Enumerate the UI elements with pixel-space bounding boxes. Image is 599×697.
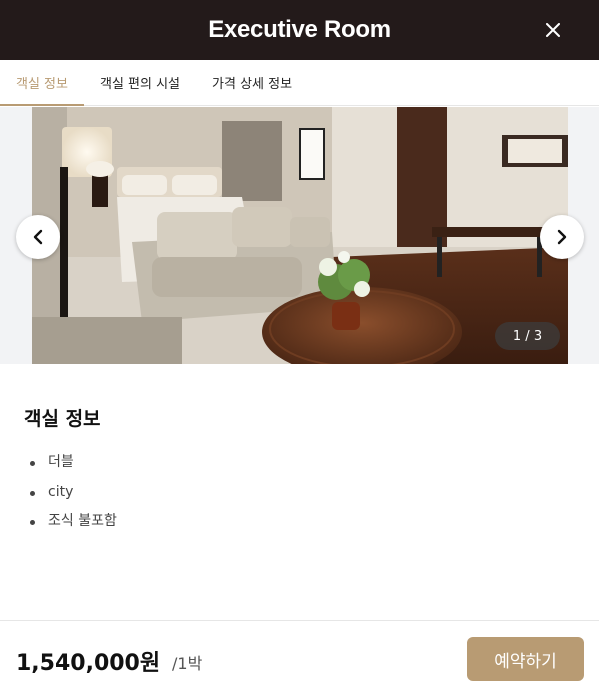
close-icon [546,23,560,37]
list-item: 더블 [24,448,117,478]
photo-counter: 1 / 3 [495,322,560,350]
section-title: 객실 정보 [24,408,101,430]
next-photo-button[interactable] [540,215,584,259]
chevron-right-icon [557,229,567,245]
room-photo [32,107,568,364]
prev-photo-button[interactable] [16,215,60,259]
per-night-label: /1박 [172,654,203,673]
price: 1,540,000원 [16,651,161,676]
list-item: city [24,478,117,508]
room-info-list: 더블 city 조식 불포함 [24,448,117,537]
chevron-left-icon [33,229,43,245]
tab-price-details[interactable]: 가격 상세 정보 [196,60,308,105]
book-button[interactable]: 예약하기 [467,637,584,681]
tab-room-info[interactable]: 객실 정보 [0,60,84,106]
booking-footer: 1,540,000원 /1박 예약하기 [0,620,599,697]
photo-carousel: 1 / 3 [0,107,599,364]
room-title: Executive Room [208,16,391,43]
list-item: 조식 불포함 [24,507,117,537]
tab-amenities[interactable]: 객실 편의 시설 [84,60,196,105]
tab-bar: 객실 정보 객실 편의 시설 가격 상세 정보 [0,60,599,106]
close-button[interactable] [539,16,567,44]
modal-header: Executive Room [0,0,599,60]
